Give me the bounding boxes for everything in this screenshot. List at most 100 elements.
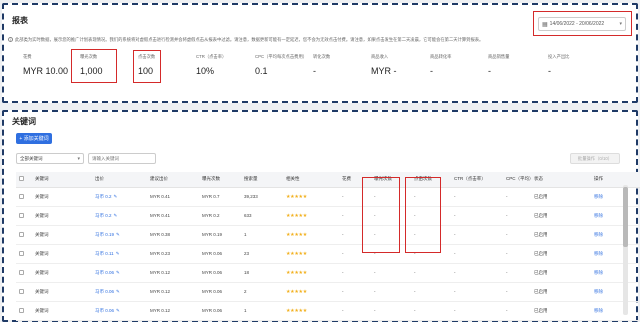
- row-checkbox[interactable]: [19, 250, 24, 256]
- metric-label: 花费: [23, 54, 32, 59]
- clicks-highlight: [133, 50, 161, 83]
- batch-action-button[interactable]: 批量操作（0/10）: [570, 153, 620, 164]
- metric-gmv: 商品收入 MYR -: [371, 54, 397, 76]
- remove-link[interactable]: 移除: [591, 225, 640, 245]
- table-row: 关键词 马币 0.2 ✎ MYR 0.41 MYR 0.2 633 ★★★★★ - - - - - 已启…: [16, 206, 640, 226]
- header-relevance[interactable]: 相关性: [283, 172, 339, 188]
- cpc-cell-text: -: [506, 213, 508, 218]
- ctr-cell-text: -: [454, 251, 456, 256]
- relevance-cell: ★★★★★: [283, 301, 339, 321]
- bid-cell[interactable]: 马币 0.06 ✎: [92, 263, 147, 283]
- remove-link[interactable]: 移除: [591, 187, 640, 207]
- search-volume-cell: 633: [241, 206, 283, 226]
- cpc-cell-text: -: [506, 194, 508, 199]
- header-suggested-bid[interactable]: 建议出价: [147, 172, 199, 188]
- edit-icon[interactable]: ✎: [114, 194, 118, 199]
- remove-link[interactable]: 移除: [591, 206, 640, 226]
- remove-link-text: 移除: [594, 288, 603, 294]
- keyword-cell-text: 关键词: [35, 231, 49, 237]
- row-checkbox[interactable]: [19, 231, 24, 237]
- keyword-search-input[interactable]: [88, 153, 156, 164]
- remove-link-text: 移除: [594, 307, 603, 313]
- header-keyword[interactable]: 关键词: [32, 172, 92, 188]
- edit-icon[interactable]: ✎: [116, 270, 120, 275]
- price-cell-text: MYR 0.19: [202, 232, 223, 237]
- cpc-cell-text: -: [506, 232, 508, 237]
- row-checkbox[interactable]: [19, 212, 24, 218]
- cost-cell: -: [339, 282, 371, 302]
- keyword-cell-text: 关键词: [35, 212, 49, 218]
- bid-cell[interactable]: 马币 0.19 ✎: [92, 225, 147, 245]
- cpc-cell: -: [503, 206, 531, 226]
- remove-link[interactable]: 移除: [591, 282, 640, 302]
- status-cell-text: 已启用: [534, 212, 548, 218]
- bid-cell[interactable]: 马币 0.2 ✎: [92, 187, 147, 207]
- relevance-cell-text: ★★★★★: [286, 269, 307, 276]
- bid-cell-text: 马币 0.06: [95, 288, 115, 294]
- impressions-column-highlight: [362, 177, 400, 253]
- relevance-cell-text: ★★★★★: [286, 250, 307, 257]
- bid-cell[interactable]: 马币 0.06 ✎: [92, 301, 147, 321]
- metric-conversion-rate: 商品转化率 -: [430, 54, 451, 76]
- search-volume-cell: 23: [241, 244, 283, 264]
- row-checkbox[interactable]: [19, 307, 24, 313]
- price-cell-text: MYR 0.7: [202, 194, 220, 199]
- edit-icon[interactable]: ✎: [116, 251, 120, 256]
- ctr-cell: -: [451, 282, 503, 302]
- header-price[interactable]: 曝光次数: [199, 172, 241, 188]
- row-checkbox[interactable]: [19, 269, 24, 275]
- remove-link[interactable]: 移除: [591, 244, 640, 264]
- header-bid[interactable]: 出价: [92, 172, 147, 188]
- cpc-cell: -: [503, 244, 531, 264]
- select-all-checkbox[interactable]: [19, 176, 24, 182]
- report-title: 报表: [12, 16, 28, 25]
- price-cell-text: MYR 0.06: [202, 289, 223, 294]
- status-cell: 已启用: [531, 225, 591, 245]
- cost-cell: -: [339, 301, 371, 321]
- header-cpc[interactable]: CPC（平均）: [503, 172, 531, 188]
- bid-cell[interactable]: 马币 0.11 ✎: [92, 244, 147, 264]
- row-checkbox[interactable]: [19, 288, 24, 294]
- bid-cell-text: 马币 0.06: [95, 307, 115, 313]
- header-ctr[interactable]: CTR（点击率）: [451, 172, 503, 188]
- price-cell: MYR 0.06: [199, 282, 241, 302]
- price-cell-text: MYR 0.06: [202, 308, 223, 313]
- table-row: 关键词 马币 0.06 ✎ MYR 0.12 MYR 0.06 18 ★★★★★ - - - - - 已…: [16, 263, 640, 283]
- status-cell: 已启用: [531, 263, 591, 283]
- suggested-bid-cell: MYR 0.23: [147, 244, 199, 264]
- suggested-bid-cell: MYR 0.12: [147, 282, 199, 302]
- keyword-cell: 关键词: [32, 206, 92, 226]
- add-keyword-button[interactable]: + 添加关键词: [16, 133, 52, 144]
- search-volume-cell: 18: [241, 263, 283, 283]
- bid-cell[interactable]: 马币 0.06 ✎: [92, 282, 147, 302]
- search-volume-cell-text: 39,233: [244, 194, 258, 199]
- remove-link[interactable]: 移除: [591, 263, 640, 283]
- edit-icon[interactable]: ✎: [116, 308, 120, 313]
- edit-icon[interactable]: ✎: [116, 232, 120, 237]
- price-cell: MYR 0.19: [199, 225, 241, 245]
- edit-icon[interactable]: ✎: [114, 213, 118, 218]
- table-scrollbar[interactable]: [623, 185, 628, 315]
- suggested-bid-cell-text: MYR 0.41: [150, 213, 171, 218]
- row-checkbox-cell: [16, 206, 32, 226]
- scrollbar-thumb[interactable]: [623, 187, 628, 247]
- status-cell-text: 已启用: [534, 307, 548, 313]
- header-search-volume[interactable]: 搜索量: [241, 172, 283, 188]
- keyword-filter-select[interactable]: 全部关键词 ▾: [16, 153, 84, 164]
- remove-link[interactable]: 移除: [591, 301, 640, 321]
- table-header: 关键词 出价 建议出价 曝光次数 搜索量 相关性 花费 曝光次数 点击次数 CT…: [16, 172, 640, 188]
- search-volume-cell-text: 2: [244, 289, 247, 294]
- edit-icon[interactable]: ✎: [116, 289, 120, 294]
- report-info-text: 此部类为实时数据，展示您的推广计划表现情况。我们的系统将对虚假点击进行检测并会将…: [15, 37, 484, 42]
- table-row: 关键词 马币 0.2 ✎ MYR 0.41 MYR 0.7 39,233 ★★★★★ - - - -…: [16, 187, 640, 207]
- relevance-cell: ★★★★★: [283, 206, 339, 226]
- cost-cell-text: -: [342, 213, 344, 218]
- metric-label: 转化次数: [313, 54, 331, 59]
- cost-cell: -: [339, 263, 371, 283]
- row-checkbox[interactable]: [19, 193, 24, 199]
- ctr-cell-text: -: [454, 194, 456, 199]
- bid-cell-text: 马币 0.11: [95, 250, 114, 256]
- ctr-cell: -: [451, 244, 503, 264]
- bid-cell[interactable]: 马币 0.2 ✎: [92, 206, 147, 226]
- search-volume-cell: 2: [241, 282, 283, 302]
